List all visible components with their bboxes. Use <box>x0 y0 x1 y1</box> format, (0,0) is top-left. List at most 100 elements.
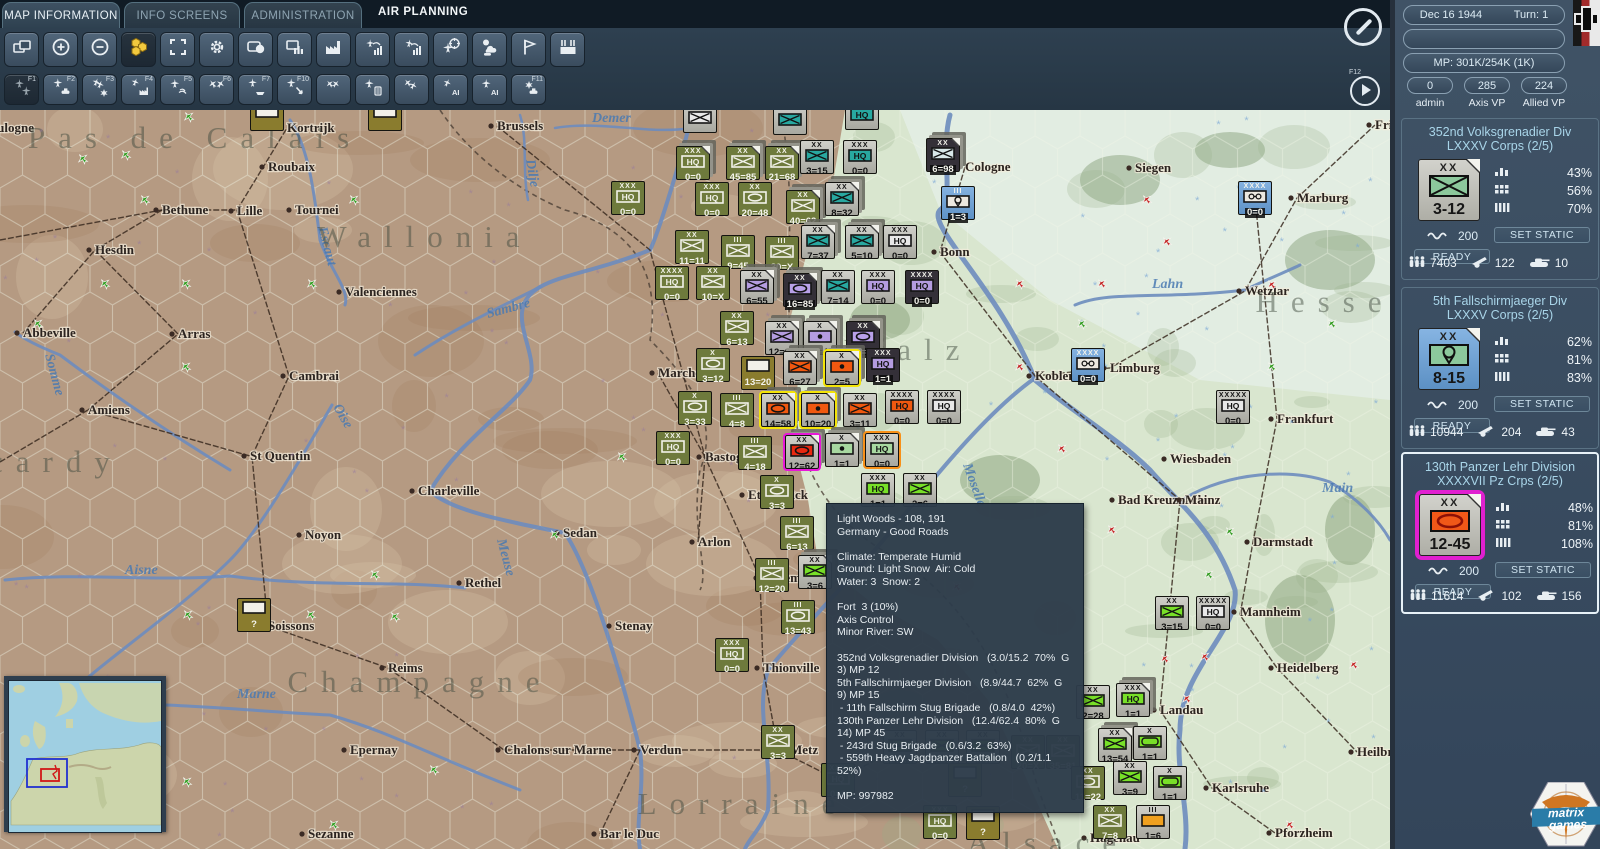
unit-counter[interactable]: XX <box>683 110 717 133</box>
unit-counter[interactable]: XX2=6 <box>903 473 937 507</box>
signal-jam-button[interactable] <box>394 32 429 67</box>
plane-list-button[interactable] <box>355 74 390 105</box>
unit-counter[interactable]: XX20=48 <box>738 182 772 216</box>
unit-counter[interactable]: XX6=13 <box>720 311 754 345</box>
unit-counter[interactable]: XX3=9 <box>1113 761 1147 795</box>
unit-counter[interactable]: III4=8 <box>720 393 754 427</box>
tab-map-information[interactable]: MAP INFORMATION <box>2 2 120 28</box>
unit-counter[interactable]: XXXHQ0=0 <box>861 270 895 304</box>
tab-air-planning[interactable]: AIR PLANNING <box>378 6 468 18</box>
unit-counter[interactable]: XX14=58 <box>761 393 795 427</box>
unit-shape-button[interactable] <box>238 32 273 67</box>
unit-counter[interactable]: XXXHQ0=0 <box>695 182 729 216</box>
unit-counter[interactable]: XXXHQ0=0 <box>611 181 645 215</box>
unit-counter[interactable]: 13=20 <box>741 356 775 390</box>
plane-arrow-button[interactable]: F10 <box>277 74 312 105</box>
planes-cross-button[interactable]: F6 <box>199 74 234 105</box>
gear-button[interactable] <box>199 32 234 67</box>
zoom-out-button[interactable] <box>82 32 117 67</box>
hex-filter-button[interactable] <box>121 32 156 67</box>
unit-counter[interactable]: X1=1 <box>1133 726 1167 760</box>
unit-counter[interactable]: III9=45 <box>721 235 755 269</box>
unit-counter[interactable]: XXXXXHQ0=0 <box>1216 390 1250 424</box>
unit-counter[interactable]: XXXHQ0=0 <box>676 146 710 180</box>
unit-counter[interactable]: X15=46 <box>803 321 837 355</box>
zoom-in-button[interactable] <box>43 32 78 67</box>
flag-button[interactable] <box>511 32 546 67</box>
unit-counter[interactable]: XX3=3 <box>761 725 795 759</box>
unit-counter[interactable]: XXXHQ1=1 <box>866 348 900 382</box>
unit-counter[interactable]: XXXXHQ0=0 <box>927 390 961 424</box>
unit-counter[interactable]: XXXHQ0=0 <box>715 638 749 672</box>
unit-counter[interactable]: XX21=68 <box>765 146 799 180</box>
unit-counter[interactable]: X3=3 <box>760 475 794 509</box>
unit-counter[interactable]: X1=1 <box>825 433 859 467</box>
unit-counter[interactable]: III1=3 <box>941 186 975 220</box>
unit-panel-1[interactable]: 352nd Volksgrenadier DivLXXXV Corps (2/5… <box>1401 118 1599 280</box>
signal-button[interactable] <box>355 32 390 67</box>
plane-signal-button[interactable]: F5 <box>160 74 195 105</box>
unit-counter[interactable]: X1=1 <box>1153 766 1187 800</box>
unit-counter[interactable]: XXXHQ0=0 <box>843 140 877 174</box>
unit-counter[interactable]: XX3=15 <box>1155 596 1189 630</box>
unit-counter-large[interactable]: XX8-15 <box>1418 328 1480 390</box>
unit-counter[interactable]: III4=18 <box>738 436 772 470</box>
planes-factory-button[interactable]: F4 <box>121 74 156 105</box>
strike-tank-button[interactable]: F11 <box>511 74 546 105</box>
unit-counter[interactable]: XX10=X <box>696 266 730 300</box>
unit-counter[interactable]: XX13=54 <box>1098 728 1132 762</box>
set-static-button[interactable]: SET STATIC <box>1494 227 1590 243</box>
unit-counter[interactable]: XXXHQ1=1 <box>861 473 895 507</box>
unit-counter[interactable]: III12=20 <box>755 558 789 592</box>
unit-counter[interactable]: XX11=11 <box>675 230 709 264</box>
unit-counter[interactable]: XXXX0=0 <box>1238 181 1272 215</box>
map-viewport[interactable]: DemerDiljeEscautSambreSommeOiseAisneMarn… <box>0 110 1390 849</box>
unit-counter[interactable]: XX3=15 <box>800 140 834 174</box>
unit-counter[interactable]: XX12=62 <box>785 435 819 469</box>
recon-planes-button[interactable]: F1 <box>4 74 39 105</box>
unit-counter[interactable]: XX6=27 <box>783 351 817 385</box>
frame-button[interactable] <box>160 32 195 67</box>
plane-target-button[interactable] <box>433 32 468 67</box>
unit-counter[interactable]: XX7=14 <box>821 270 855 304</box>
unit-counter[interactable]: XX6=55 <box>740 270 774 304</box>
unit-counter[interactable]: XX8=32 <box>825 182 859 216</box>
unit-counter[interactable]: III6=13 <box>780 516 814 550</box>
plane-tank-button[interactable]: F2 <box>43 74 78 105</box>
unit-counter[interactable]: XXXXHQ0=0 <box>655 266 689 300</box>
city-aa-button[interactable] <box>550 32 585 67</box>
unit-counter[interactable]: X3=33 <box>678 391 712 425</box>
unit-counter-large[interactable]: XX3-12 <box>1418 159 1480 221</box>
unit-bars-button[interactable] <box>277 32 312 67</box>
planes-strike-button[interactable]: F3 <box>82 74 117 105</box>
unit-counter[interactable]: XXXX0=0 <box>1071 348 1105 382</box>
unit-counter[interactable]: III13=43 <box>781 600 815 634</box>
unit-panel-3[interactable]: 130th Panzer Lehr DivisionXXXXVII Pz Crp… <box>1401 452 1599 614</box>
unit-counter[interactable]: XX <box>773 110 807 135</box>
factory-button[interactable] <box>316 32 351 67</box>
unit-counter[interactable]: X3=12 <box>696 348 730 382</box>
planes-cross2-button[interactable] <box>316 74 351 105</box>
minimap[interactable] <box>4 676 166 832</box>
unit-counter[interactable]: XX40=62 <box>786 190 820 224</box>
unit-counter[interactable]: XX12=69 <box>765 321 799 355</box>
unit-panel-2[interactable]: 5th Fallschirmjaeger DivLXXXV Corps (2/5… <box>1401 287 1599 449</box>
unit-counter[interactable]: XXHQ <box>845 110 879 130</box>
unit-counter[interactable]: XX45=85 <box>726 146 760 180</box>
planes-ai-button[interactable]: AI <box>433 74 468 105</box>
planes-cross3-button[interactable] <box>394 74 429 105</box>
tab-administration[interactable]: ADMINISTRATION <box>244 2 362 28</box>
unit-counter[interactable]: XX5=10 <box>845 225 879 259</box>
unit-counter[interactable]: X10=20 <box>801 393 835 427</box>
set-static-button[interactable]: SET STATIC <box>1495 562 1591 578</box>
unit-counter[interactable]: XX7=37 <box>801 225 835 259</box>
unit-counter[interactable]: XXXHQ1=1 <box>1116 683 1150 717</box>
unit-counter-large[interactable]: XX12-45 <box>1419 494 1481 556</box>
unit-counter[interactable] <box>368 110 402 131</box>
windows-button[interactable] <box>4 32 39 67</box>
end-turn-f12-button[interactable]: F12 <box>1350 76 1380 106</box>
unit-counter[interactable]: XXXXXHQ0=0 <box>1196 596 1230 630</box>
unit-counter[interactable] <box>250 110 284 131</box>
unit-counter[interactable]: XXXXHQ0=0 <box>905 270 939 304</box>
unit-counter[interactable]: XX3=11 <box>843 393 877 427</box>
